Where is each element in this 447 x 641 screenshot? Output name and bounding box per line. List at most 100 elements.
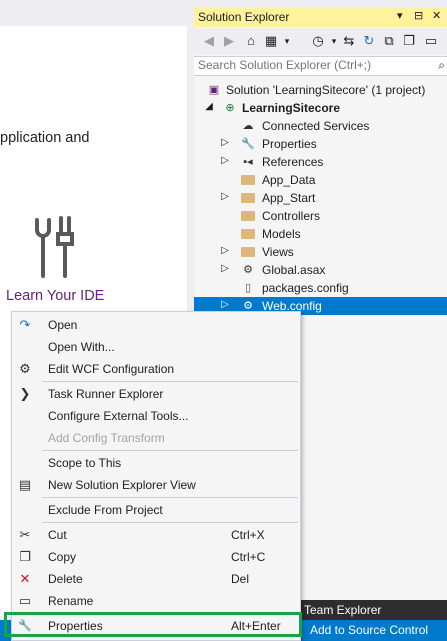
search-input[interactable] — [198, 58, 428, 72]
refresh-icon[interactable]: ↻ — [360, 32, 378, 50]
menu-item-edit-wcf-configuration[interactable]: ⚙ Edit WCF Configuration — [12, 358, 300, 380]
expander-expanded-icon[interactable]: ◢ — [204, 101, 214, 112]
copy-icon: ❐ — [19, 549, 31, 564]
preview-selected-items-icon[interactable]: ▭ — [422, 32, 440, 50]
tree-item-label: Controllers — [262, 209, 321, 223]
close-icon[interactable]: ✕ — [432, 9, 441, 22]
menu-item-label: New Solution Explorer View — [48, 478, 196, 492]
folder-icon — [240, 245, 256, 259]
tree-item-project[interactable]: ◢ ⊕ LearningSitecore — [194, 99, 447, 117]
tools-icon[interactable] — [31, 214, 77, 287]
menu-item-label: Open — [48, 318, 78, 332]
delete-x-icon: ✕ — [19, 571, 31, 586]
window-position-dropdown-icon[interactable]: ▾ — [397, 9, 403, 22]
menu-separator — [42, 497, 298, 498]
menu-item-label: Exclude From Project — [48, 503, 163, 517]
menu-item-scope-to-this[interactable]: Scope to This — [12, 452, 300, 474]
start-page-text: pplication and — [0, 130, 90, 146]
menu-item-task-runner-explorer[interactable]: ❯ Task Runner Explorer — [12, 383, 300, 405]
tree-item-label: Solution 'LearningSitecore' (1 project) — [226, 83, 426, 97]
rename-icon: ▭ — [18, 593, 32, 608]
menu-item-shortcut: Ctrl+C — [231, 550, 266, 564]
search-box[interactable]: ⌕ — [194, 56, 447, 76]
tree-item-label: Models — [262, 227, 301, 241]
tree-item-label: LearningSitecore — [242, 101, 341, 115]
menu-item-rename[interactable]: ▭ Rename — [12, 590, 300, 612]
global-asax-icon: ⚙ — [243, 264, 253, 276]
connected-services-icon: ☁ — [242, 120, 254, 132]
tree-item-label: Properties — [262, 137, 317, 151]
tree-item-label: References — [262, 155, 324, 169]
solution-explorer-titlebar[interactable]: Solution Explorer ▾ ⊟ ✕ — [194, 8, 447, 27]
search-icon[interactable]: ⌕ — [438, 58, 445, 73]
web-project-icon: ⊕ — [225, 102, 235, 114]
menu-item-open[interactable]: ↷ Open — [12, 314, 300, 336]
tree-item-solution[interactable]: ▣ Solution 'LearningSitecore' (1 project… — [194, 81, 447, 99]
folder-icon — [240, 173, 256, 187]
tree-item-app-start[interactable]: ▷ App_Start — [194, 189, 447, 207]
home-icon[interactable]: ⌂ — [242, 32, 260, 50]
menu-item-label: Cut — [48, 528, 67, 542]
expander-collapsed-icon[interactable]: ▷ — [220, 155, 230, 166]
menu-item-open-with[interactable]: Open With... — [12, 336, 300, 358]
menu-item-cut[interactable]: ✂ Cut Ctrl+X — [12, 524, 300, 546]
expander-collapsed-icon[interactable]: ▷ — [220, 191, 230, 202]
forward-icon[interactable]: ▶ — [220, 32, 238, 50]
chevron-right-icon: ❯ — [19, 386, 31, 401]
tab-team-explorer[interactable]: Team Explorer — [300, 600, 447, 620]
add-to-source-control-button[interactable]: Add to Source Control — [310, 623, 428, 637]
tree-item-global-asax[interactable]: ▷ ⚙ Global.asax — [194, 261, 447, 279]
config-file-icon: ▯ — [244, 282, 252, 294]
menu-item-new-solution-explorer-view[interactable]: ▤ New Solution Explorer View — [12, 474, 300, 496]
menu-item-label: Delete — [48, 572, 83, 586]
menu-item-label: Add Config Transform — [48, 431, 165, 445]
tree-item-label: App_Data — [262, 173, 316, 187]
learn-your-ide-link[interactable]: Learn Your IDE — [6, 288, 104, 304]
collapse-all-icon[interactable]: ⧉ — [380, 32, 398, 50]
tree-item-label: Views — [262, 245, 294, 259]
expander-collapsed-icon[interactable]: ▷ — [220, 245, 230, 256]
auto-hide-pin-icon[interactable]: ⊟ — [414, 9, 423, 22]
folder-icon — [240, 227, 256, 241]
tree-item-label: Global.asax — [262, 263, 326, 277]
sync-with-document-icon[interactable]: ⇆ — [340, 32, 358, 50]
menu-item-copy[interactable]: ❐ Copy Ctrl+C — [12, 546, 300, 568]
menu-item-label: Edit WCF Configuration — [48, 362, 175, 376]
switch-views-dropdown-icon[interactable]: ▾ — [278, 32, 296, 50]
menu-item-delete[interactable]: ✕ Delete Del — [12, 568, 300, 590]
menu-separator — [42, 381, 298, 382]
menu-item-configure-external-tools[interactable]: Configure External Tools... — [12, 405, 300, 427]
menu-separator — [42, 450, 298, 451]
menu-separator — [42, 522, 298, 523]
menu-item-add-config-transform: Add Config Transform — [12, 427, 300, 449]
tree-item-connected-services[interactable]: ☁ Connected Services — [194, 117, 447, 135]
tab-label: Team Explorer — [304, 603, 382, 617]
expander-collapsed-icon[interactable]: ▷ — [220, 137, 230, 148]
menu-item-label: Rename — [48, 594, 94, 608]
show-all-files-icon[interactable]: ❐ — [400, 32, 418, 50]
open-arrow-icon: ↷ — [19, 317, 31, 332]
tree-item-properties[interactable]: ▷ 🔧 Properties — [194, 135, 447, 153]
wcf-gear-icon: ⚙ — [19, 361, 31, 376]
tree-item-label: packages.config — [262, 281, 349, 295]
tree-item-views[interactable]: ▷ Views — [194, 243, 447, 261]
wrench-icon: 🔧 — [241, 138, 255, 150]
expander-collapsed-icon[interactable]: ▷ — [220, 263, 230, 274]
menu-item-shortcut: Ctrl+X — [231, 528, 265, 542]
tree-item-controllers[interactable]: Controllers — [194, 207, 447, 225]
folder-icon — [240, 209, 256, 223]
tree-item-app-data[interactable]: App_Data — [194, 171, 447, 189]
solution-icon: ▣ — [208, 84, 220, 96]
menu-item-label: Scope to This — [48, 456, 122, 470]
tree-item-models[interactable]: Models — [194, 225, 447, 243]
tree-item-label: App_Start — [262, 191, 316, 205]
new-view-icon: ▤ — [18, 477, 32, 492]
back-icon[interactable]: ◀ — [200, 32, 218, 50]
solution-explorer-toolbar: ◀ ▶ ⌂ ▦ ▾ ◷ ▾ ⇆ ↻ ⧉ ❐ ▭ — [194, 28, 447, 55]
menu-item-exclude-from-project[interactable]: Exclude From Project — [12, 499, 300, 521]
menu-item-label: Task Runner Explorer — [48, 387, 164, 401]
tree-item-references[interactable]: ▷ ▪◂ References — [194, 153, 447, 171]
scissors-icon: ✂ — [19, 527, 31, 542]
tree-item-packages-config[interactable]: ▯ packages.config — [194, 279, 447, 297]
expander-collapsed-icon[interactable]: ▷ — [220, 299, 230, 310]
